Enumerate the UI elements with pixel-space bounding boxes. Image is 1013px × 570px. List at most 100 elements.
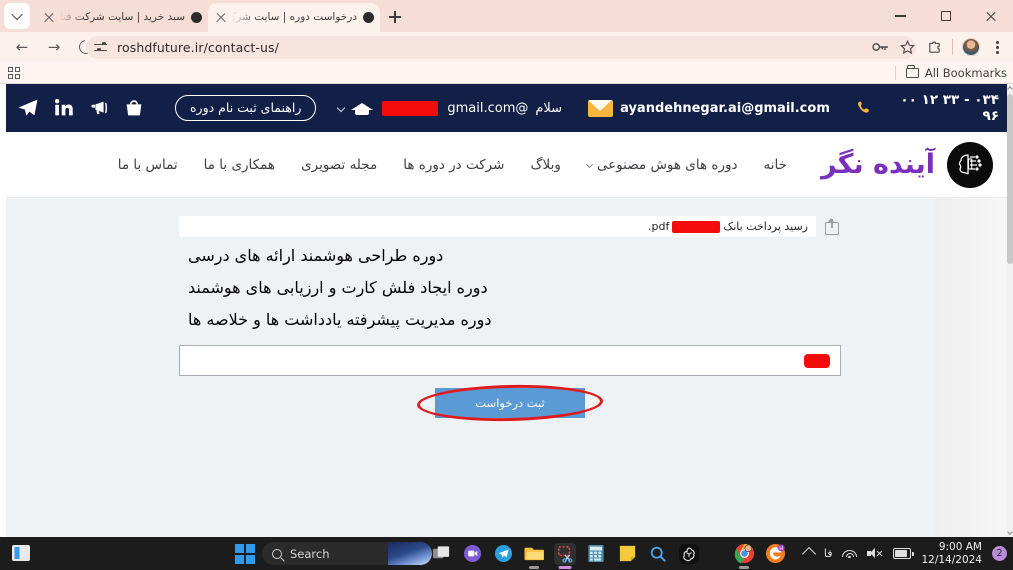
toolbar-divider [952,39,953,55]
telegram-send-icon[interactable] [16,96,40,120]
course-guide-button[interactable]: راهنمای ثبت نام دوره [175,95,317,121]
forward-button[interactable]: → [40,33,68,61]
wifi-icon[interactable] [842,548,858,560]
browser-window: سبد خرید | سایت شرکت فناور آیند درخواست … [0,0,1013,537]
sticky-notes-icon[interactable] [616,543,638,565]
shopping-bag-icon[interactable] [123,97,145,119]
nav-item-cooperation[interactable]: همکاری با ما [204,157,275,173]
tab-search-button[interactable] [4,3,30,29]
nav-item-ai-courses[interactable]: دوره های هوش مصنوعی [585,157,738,173]
bookmark-star-icon[interactable] [894,34,921,61]
clock[interactable]: 9:00 AM 12/14/2024 [921,541,982,567]
envelope-icon [588,99,614,117]
graduation-cap-icon [351,101,374,116]
search-app-icon[interactable] [647,543,669,565]
scroll-up-arrow[interactable] [1007,85,1013,93]
nav-item-blog[interactable]: وبلاگ [530,157,560,173]
checkbox-row[interactable]: دوره ایجاد فلش کارت و ارزیابی های هوشمند [179,278,488,297]
chatgpt-icon[interactable] [678,543,700,565]
close-icon[interactable] [42,11,56,25]
phone-contact[interactable]: ۰۳۴ - ۳۳ ۱۲ ۰۰ ۹۶ [856,92,999,124]
scrollbar-thumb[interactable] [1007,94,1013,264]
clock-time: 9:00 AM [938,540,982,553]
screen: سبد خرید | سایت شرکت فناور آیند درخواست … [0,0,1013,570]
megaphone-icon[interactable] [88,97,110,119]
checkbox-row[interactable]: دوره مدیریت پیشرفته یادداشت ها و خلاصه ه… [179,310,492,329]
linkedin-icon[interactable] [53,97,75,119]
site-settings-icon[interactable] [94,41,109,55]
notification-badge[interactable]: 2 [992,546,1007,561]
system-tray: فا 9:00 AM 12/14/2024 2 [801,537,1007,570]
redacted-message-value [804,353,830,368]
minimize-button[interactable] [878,0,923,32]
nav-item-join-courses[interactable]: شرکت در دوره ها [403,157,504,173]
submit-request-button[interactable]: ثبت درخواست [435,388,585,418]
language-indicator[interactable]: فا [824,547,833,560]
greeting-label: سلام [535,100,563,116]
all-bookmarks-label: All Bookmarks [924,65,1007,80]
browser-e-icon[interactable]: H [764,543,786,565]
speaker-muted-icon[interactable] [867,548,883,560]
browser-tab-1[interactable]: سبد خرید | سایت شرکت فناور آیند [36,3,208,32]
taskbar-left-logo[interactable] [10,542,32,564]
favicon [191,12,202,23]
taskbar-center: Search [232,537,432,570]
taskbar-search[interactable]: Search [262,542,432,565]
show-hidden-icons-chevron[interactable] [801,546,816,561]
nav-label: مجله تصویری [301,156,378,173]
email-contact[interactable]: ayandehnegar.ai@gmail.com [588,99,830,117]
file-explorer-icon[interactable] [523,543,545,569]
battery-icon[interactable] [893,548,914,559]
task-view-icon[interactable] [430,543,452,565]
email-address: ayandehnegar.ai@gmail.com [620,100,830,116]
password-key-icon[interactable] [867,34,894,61]
chevron-down-icon [11,8,23,21]
calculator-icon[interactable] [585,543,607,565]
scroll-down-arrow[interactable] [1007,528,1013,536]
site-navbar: آینده نگر خانه دوره های هوش مصنوعی وبلاگ… [6,132,1013,198]
menu-kebab-icon[interactable] [984,34,1011,61]
apps-grid-icon[interactable] [8,66,20,79]
favicon [363,12,374,23]
back-button[interactable]: ← [8,33,36,61]
file-extension: .pdf [648,220,670,233]
page-scrollbar[interactable] [1007,84,1013,537]
chrome-icon[interactable] [733,543,755,569]
search-placeholder: Search [290,546,330,561]
app-active-underline [558,566,572,569]
submit-area: ثبت درخواست [179,383,841,423]
brand-name[interactable]: آینده نگر [821,149,935,180]
checkbox-row[interactable]: دوره طراحی هوشمند ارائه های درسی [179,246,443,265]
close-icon[interactable] [214,11,228,25]
nav-item-contact[interactable]: تماس با ما [118,157,178,173]
folder-icon [905,65,919,78]
brand-logo-icon[interactable] [947,141,993,188]
chat-icon[interactable] [461,543,483,565]
phone-icon [857,101,869,113]
address-bar[interactable]: roshdfuture.ir/contact-us/ [86,36,916,59]
bookmarks-bar: All Bookmarks [0,62,1013,84]
checkbox-label: دوره مدیریت پیشرفته یادداشت ها و خلاصه ه… [188,310,492,329]
nav-label: شرکت در دوره ها [403,156,505,173]
browser-tab-2[interactable]: درخواست دوره | سایت شرکت فناو [208,3,380,32]
nav-menu: خانه دوره های هوش مصنوعی وبلاگ شرکت در د… [118,157,787,173]
app-active-underline [529,566,539,569]
user-account-menu[interactable]: سلام @gmail.com [337,100,563,116]
bookmarks-divider [894,65,896,80]
course-checkbox-group: دوره طراحی هوشمند ارائه های درسی دوره ای… [179,237,841,329]
telegram-icon[interactable] [492,543,514,565]
file-name-field[interactable]: رسید پرداخت بانک .pdf [179,216,816,237]
new-tab-button[interactable] [384,6,406,28]
upload-icon[interactable] [824,217,841,236]
close-window-button[interactable] [968,0,1013,32]
maximize-button[interactable] [923,0,968,32]
all-bookmarks-entry[interactable]: All Bookmarks [894,65,1007,80]
nav-item-home[interactable]: خانه [764,157,787,173]
avatar[interactable] [957,34,984,61]
start-button[interactable] [232,537,258,570]
extensions-icon[interactable] [921,34,948,61]
snipping-tool-icon[interactable] [554,542,576,569]
nav-item-video-magazine[interactable]: مجله تصویری [301,157,377,173]
browser-toolbar: ← → roshdfuture.ir/contact-us/ [0,32,1013,62]
message-input[interactable] [179,345,841,376]
